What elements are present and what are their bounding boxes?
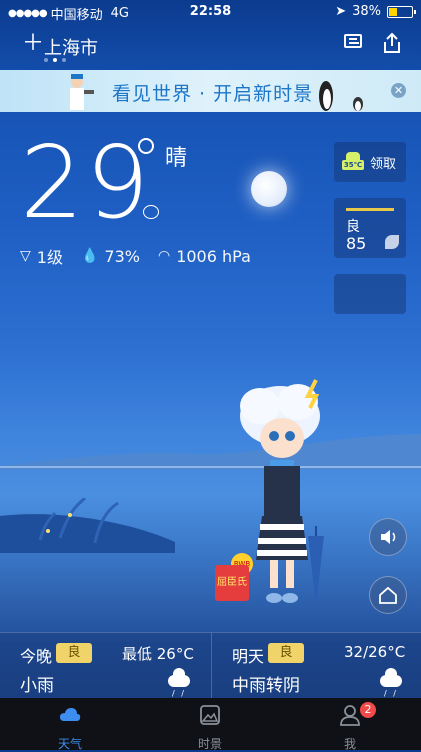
banner-close-button[interactable]: ✕: [391, 83, 406, 98]
tab-label: 时景: [197, 737, 222, 751]
status-right: ➤ 38%: [335, 4, 416, 19]
speaker-icon: [381, 530, 396, 544]
forecast-desc: 小雨: [20, 676, 54, 696]
empty-card[interactable]: [334, 274, 406, 314]
forecast-aqi: 良: [268, 643, 304, 663]
tab-bar: 天气 时景 我 2: [0, 698, 421, 751]
aqi-bar: [346, 208, 394, 211]
page-dot: [62, 58, 66, 62]
moon-image: [251, 171, 287, 207]
page-dot: [44, 58, 48, 62]
forecast-aqi: 良: [56, 643, 92, 663]
wind-level: 1级: [36, 248, 63, 267]
tab-weather[interactable]: 天气: [0, 698, 140, 751]
tab-label: 我: [343, 737, 356, 751]
comment-icon[interactable]: [143, 205, 159, 219]
weather-condition: 晴: [165, 146, 188, 171]
battery-icon: [387, 5, 416, 18]
news-button[interactable]: [344, 34, 364, 52]
forecast-desc: 中雨转阴: [232, 676, 300, 696]
battery-percent: 38%: [352, 4, 381, 19]
rain-cloud-icon: / / /: [380, 668, 402, 707]
share-icon: [384, 32, 400, 53]
mascot-icon: [70, 74, 94, 110]
person-icon: [340, 705, 360, 726]
sponsor-label: 屈臣氏: [215, 565, 249, 601]
promo-banner[interactable]: 看见世界 · 开启新时景 ✕: [0, 70, 421, 112]
humidity-value: 73%: [104, 246, 140, 266]
sponsor-badge[interactable]: RWB 屈臣氏: [215, 553, 253, 601]
city-name[interactable]: 上海市: [44, 34, 98, 60]
forecast-strip: 今晚 良 最低 26°C 小雨 / / / 明天 良 32/26°C 中雨转阴 …: [0, 632, 421, 707]
news-icon: [344, 34, 362, 48]
reward-label: 领取: [370, 157, 397, 172]
battery-level: [389, 7, 397, 16]
tab-scenes[interactable]: 时景: [140, 698, 280, 751]
forecast-tomorrow[interactable]: 明天 良 32/26°C 中雨转阴 / / /: [211, 633, 421, 707]
reward-badge: 35℃: [342, 160, 364, 170]
home-button[interactable]: [369, 576, 407, 614]
tab-me[interactable]: 我: [280, 698, 420, 751]
banner-text: 看见世界 · 开启新时景: [112, 83, 314, 105]
wind-icon: ▽: [20, 248, 31, 264]
penguin-icon: [319, 81, 363, 111]
mountain-silhouette: [0, 434, 421, 470]
page-dot-active: [53, 58, 57, 62]
add-city-button[interactable]: ＋: [22, 32, 44, 56]
forecast-range: 32/26°C: [344, 643, 406, 661]
rain-cloud-icon: / / /: [168, 668, 190, 707]
forecast-tonight[interactable]: 今晚 良 最低 26°C 小雨 / / /: [0, 633, 210, 707]
air-quality-card[interactable]: 良 85: [334, 198, 406, 258]
leaf-icon: [385, 235, 399, 249]
house-icon: [379, 586, 397, 604]
notification-badge: 2: [360, 702, 376, 718]
thermometer-icon: 35℃: [342, 152, 364, 172]
volume-button[interactable]: [369, 518, 407, 556]
island-silhouette: [0, 498, 175, 553]
aqi-value: 85: [346, 234, 367, 253]
tab-label: 天气: [57, 737, 82, 751]
photo-icon: [200, 705, 220, 725]
share-button[interactable]: [382, 32, 402, 53]
reward-card[interactable]: 35℃ 领取: [334, 142, 406, 182]
forecast-day: 今晚: [20, 647, 53, 666]
location-icon: ➤: [335, 4, 347, 19]
current-temperature: 29: [20, 124, 152, 241]
weather-stats: ▽ 1级 💧 73% ◠ 1006 hPa: [20, 244, 251, 268]
pressure-value: 1006 hPa: [176, 246, 251, 266]
page-indicator: [44, 58, 66, 62]
horizon-line: [0, 466, 421, 468]
degree-symbol: [138, 138, 154, 154]
header: ＋ 上海市: [0, 28, 421, 68]
cloud-icon: [60, 708, 81, 721]
humidity-icon: 💧: [80, 248, 99, 264]
forecast-range: 最低 26°C: [122, 645, 194, 663]
pressure-icon: ◠: [157, 248, 171, 264]
forecast-day: 明天: [232, 647, 265, 666]
status-bar: ●●●●● 中国移动 4G 22:58 ➤ 38%: [0, 0, 421, 24]
aqi-label: 良: [346, 219, 360, 235]
